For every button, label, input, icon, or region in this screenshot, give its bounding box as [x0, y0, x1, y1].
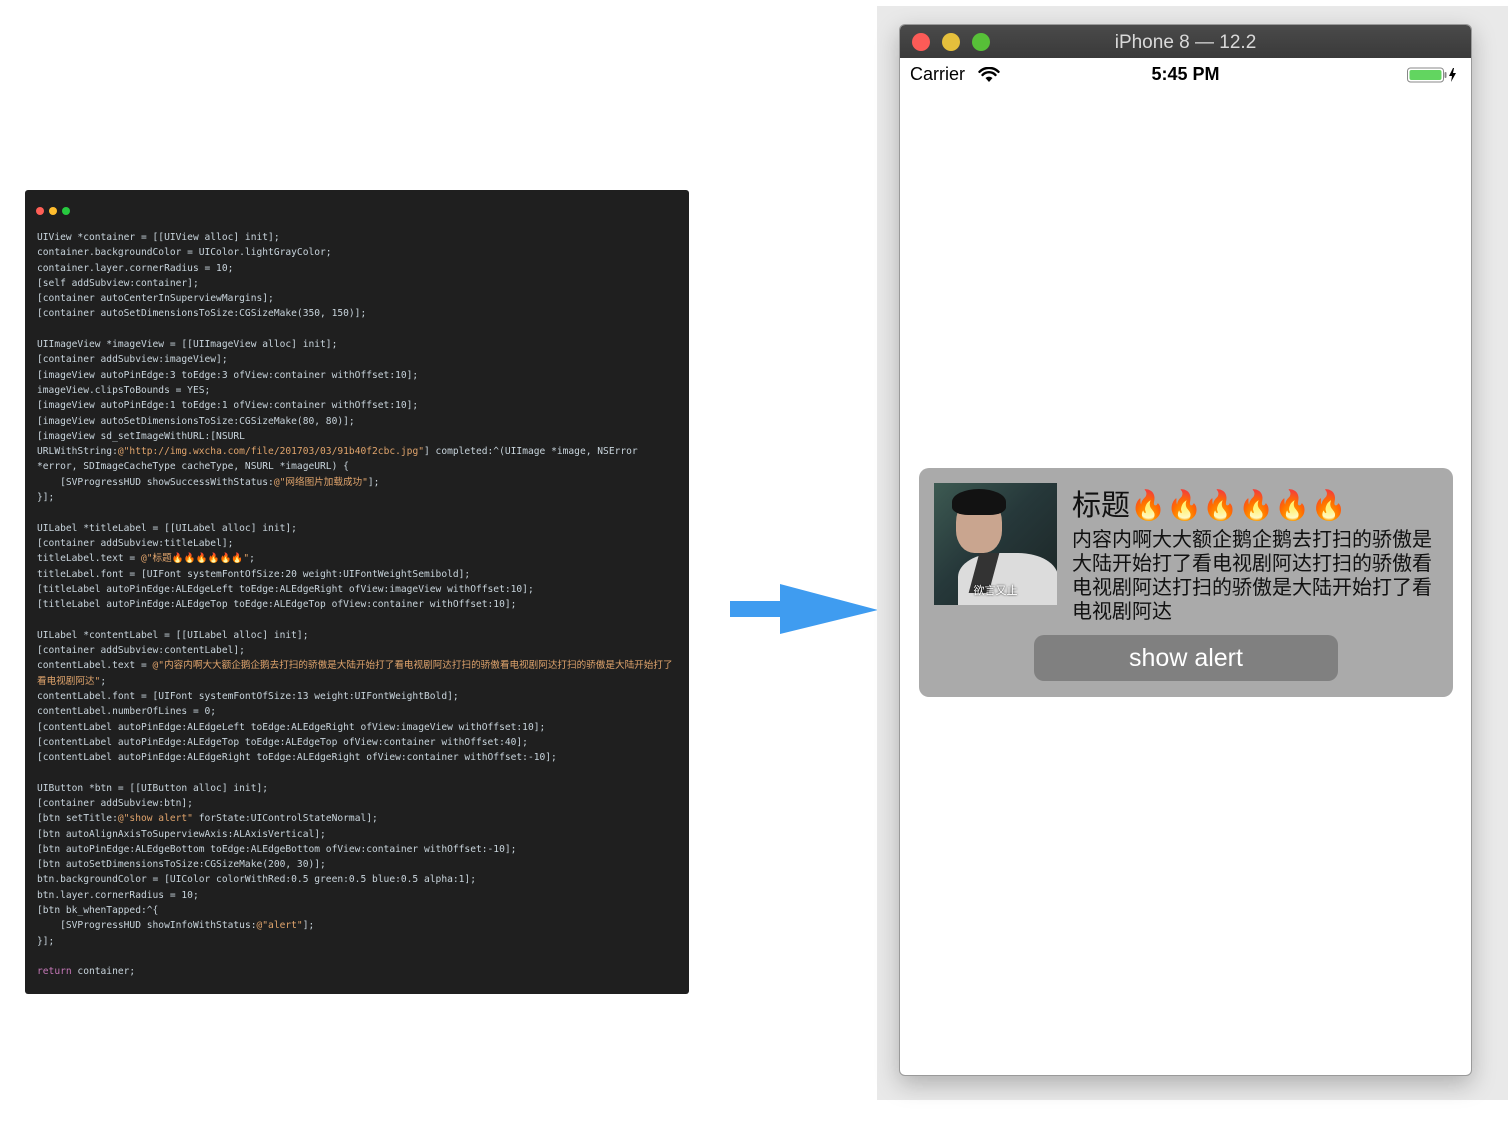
thumbnail-image: 欲言又止: [934, 483, 1057, 605]
code-line: [SVProgressHUD showSuccessWithStatus:@"网…: [37, 476, 380, 488]
status-bar: Carrier 5:45 PM: [900, 58, 1471, 92]
code-line: UIButton *btn = [[UIButton alloc] init];: [37, 782, 269, 794]
code-line: UILabel *titleLabel = [[UILabel alloc] i…: [37, 522, 297, 534]
code-line: container.backgroundColor = UIColor.ligh…: [37, 247, 332, 259]
code-line: contentLabel.numberOfLines = 0;: [37, 706, 217, 718]
code-window-dots: [36, 202, 75, 220]
code-line: [self addSubview:container];: [37, 277, 199, 289]
minimize-dot-icon: [49, 207, 57, 215]
code-line: [btn setTitle:@"show alert" forState:UIC…: [37, 813, 378, 825]
code-line: [contentLabel autoPinEdge:ALEdgeRight to…: [37, 752, 557, 764]
code-line: btn.layer.cornerRadius = 10;: [37, 889, 199, 901]
show-alert-button[interactable]: show alert: [1034, 635, 1338, 681]
code-line: }];: [37, 492, 55, 504]
code-line: [contentLabel autoPinEdge:ALEdgeTop toEd…: [37, 736, 528, 748]
code-window: UIView *container = [[UIView alloc] init…: [25, 190, 689, 994]
code-line: [btn autoAlignAxisToSuperviewAxis:ALAxis…: [37, 828, 326, 840]
code-line: contentLabel.font = [UIFont systemFontOf…: [37, 690, 459, 702]
thumbnail-caption: 欲言又止: [973, 585, 1018, 597]
code-line: [btn autoPinEdge:ALEdgeBottom toEdge:ALE…: [37, 843, 517, 855]
code-line: titleLabel.font = [UIFont systemFontOfSi…: [37, 568, 471, 580]
code-line: UIView *container = [[UIView alloc] init…: [37, 232, 280, 243]
code-line: [imageView autoPinEdge:3 toEdge:3 ofView…: [37, 369, 419, 381]
code-line: contentLabel.text = @"内容内啊大大额企鹅企鹅去打扫的骄傲是…: [37, 660, 673, 687]
code-line: return container;: [37, 966, 136, 978]
battery-charging-icon: [1407, 67, 1456, 83]
code-line: [btn autoSetDimensionsToSize:CGSizeMake(…: [37, 859, 326, 871]
code-line: [imageView autoSetDimensionsToSize:CGSiz…: [37, 415, 355, 427]
code-line: *error, SDImageCacheType cacheType, NSUR…: [37, 461, 349, 473]
code-line: [container addSubview:contentLabel];: [37, 645, 245, 657]
code-line: [container autoSetDimensionsToSize:CGSiz…: [37, 308, 367, 320]
code-line: [container autoCenterInSuperviewMargins]…: [37, 293, 274, 305]
code-line: [titleLabel autoPinEdge:ALEdgeTop toEdge…: [37, 599, 517, 611]
simulator-window: iPhone 8 — 12.2 Carrier 5:45 PM 欲言又止 标题🔥…: [899, 24, 1472, 1076]
code-line: btn.backgroundColor = [UIColor colorWith…: [37, 874, 476, 886]
simulator-title: iPhone 8 — 12.2: [1114, 32, 1257, 53]
code-line: [container addSubview:btn];: [37, 797, 193, 809]
status-time: 5:45 PM: [1151, 64, 1220, 84]
code-line: imageView.clipsToBounds = YES;: [37, 384, 211, 396]
code-line: [imageView autoPinEdge:1 toEdge:1 ofView…: [37, 400, 419, 412]
content-label: 内容内啊大大额企鹅企鹅去打扫的骄傲是大陆开始打了看电视剧阿达打扫的骄傲看电视剧阿…: [1072, 529, 1432, 623]
close-dot-icon: [36, 207, 44, 215]
arrow-right-icon: [730, 584, 878, 634]
code-line: UILabel *contentLabel = [[UILabel alloc]…: [37, 629, 309, 641]
alert-container: 欲言又止 标题🔥🔥🔥🔥🔥🔥 内容内啊大大额企鹅企鹅去打扫的骄傲是大陆开始打了看电…: [919, 468, 1453, 697]
simulator-titlebar[interactable]: iPhone 8 — 12.2: [900, 25, 1471, 58]
code-line: }];: [37, 935, 55, 947]
code-line: titleLabel.text = @"标题🔥🔥🔥🔥🔥🔥";: [37, 553, 255, 565]
code-line: [btn bk_whenTapped:^{: [37, 905, 159, 917]
zoom-dot-icon: [62, 207, 70, 215]
code-line: [SVProgressHUD showInfoWithStatus:@"aler…: [37, 920, 315, 932]
thumbnail-hair: [952, 489, 1006, 515]
code-body: UIView *container = [[UIView alloc] init…: [37, 230, 679, 980]
code-line: [container addSubview:imageView];: [37, 354, 228, 366]
code-line: [container addSubview:titleLabel];: [37, 537, 234, 549]
code-line: [imageView sd_setImageWithURL:[NSURL: [37, 430, 245, 442]
code-line: UIImageView *imageView = [[UIImageView a…: [37, 339, 338, 351]
code-line: [titleLabel autoPinEdge:ALEdgeLeft toEdg…: [37, 583, 534, 595]
code-line: container.layer.cornerRadius = 10;: [37, 262, 234, 274]
code-line: [contentLabel autoPinEdge:ALEdgeLeft toE…: [37, 721, 546, 733]
title-label: 标题🔥🔥🔥🔥🔥🔥: [1072, 490, 1347, 522]
code-line: URLWithString:@"http://img.wxcha.com/fil…: [37, 446, 638, 458]
